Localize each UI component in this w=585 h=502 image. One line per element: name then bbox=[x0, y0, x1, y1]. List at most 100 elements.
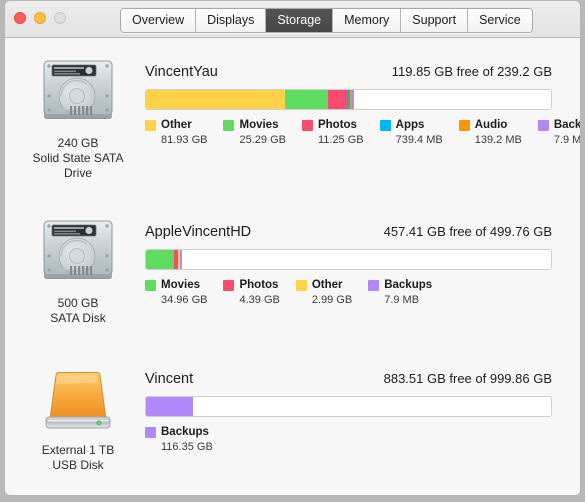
capacity-segment-free bbox=[182, 250, 551, 269]
legend-swatch-backups-icon bbox=[145, 426, 156, 438]
legend-label: Backups bbox=[553, 119, 581, 131]
tab-storage[interactable]: Storage bbox=[266, 9, 334, 32]
drive-details: VincentYau 119.85 GB free of 239.2 GB Othe… bbox=[145, 64, 580, 146]
legend-item: Photos 11.25 GB bbox=[301, 119, 364, 146]
legend-row: Backups bbox=[537, 119, 581, 131]
legend-row: Audio bbox=[458, 119, 522, 131]
legend-swatch-movies-icon bbox=[223, 119, 235, 131]
drive-icon-column: 240 GB Solid State SATA Drive bbox=[19, 56, 137, 181]
drive-type-label: 240 GB Solid State SATA Drive bbox=[32, 136, 124, 180]
legend-row: Backups bbox=[368, 279, 432, 291]
legend-row: Apps bbox=[379, 119, 443, 131]
legend-value: 739.4 MB bbox=[395, 134, 443, 146]
legend-value: 139.2 MB bbox=[474, 134, 522, 146]
window-titlebar: Overview Displays Storage Memory Support Serv… bbox=[5, 1, 580, 38]
tab-overview[interactable]: Overview bbox=[121, 9, 197, 32]
tab-service[interactable]: Service bbox=[468, 9, 532, 32]
legend-label: Photos bbox=[317, 119, 357, 131]
capacity-segment-other bbox=[146, 90, 286, 109]
volume-name: VincentYau bbox=[145, 64, 218, 80]
legend-item: Apps 739.4 MB bbox=[379, 119, 443, 146]
legend-label: Movies bbox=[161, 279, 200, 291]
legend-value: 116.35 GB bbox=[161, 441, 213, 453]
legend-value: 7.9 MB bbox=[553, 134, 581, 146]
drive-header: AppleVincentHD 457.41 GB free of 499.76 G… bbox=[145, 224, 552, 240]
legend-item: Backups 116.35 GB bbox=[145, 426, 213, 453]
legend-label: Movies bbox=[239, 119, 279, 131]
legend-row: Movies bbox=[223, 119, 285, 131]
legend-row: Other bbox=[145, 119, 207, 131]
tab-displays[interactable]: Displays bbox=[196, 9, 267, 32]
tab-memory[interactable]: Memory bbox=[333, 9, 402, 32]
internal-hdd-icon bbox=[43, 220, 113, 279]
legend-item: Backups 7.9 MB bbox=[537, 119, 581, 146]
legend-label: Photos bbox=[239, 279, 279, 291]
legend-swatch-photos-icon bbox=[301, 119, 313, 131]
about-this-mac-window: Overview Displays Storage Memory Support Serv… bbox=[4, 0, 581, 496]
volume-name: Vincent bbox=[145, 371, 194, 387]
legend-value: 81.93 GB bbox=[161, 134, 208, 146]
internal-hdd-icon bbox=[36, 216, 120, 290]
external-usb-disk-icon bbox=[45, 371, 111, 429]
capacity-segment-free bbox=[193, 397, 551, 416]
legend-item: Photos 4.39 GB bbox=[223, 279, 280, 306]
storage-legend: Backups 116.35 GB bbox=[145, 426, 552, 453]
tab-support[interactable]: Support bbox=[401, 9, 469, 32]
legend-row: Movies bbox=[145, 279, 207, 291]
capacity-segment-photos bbox=[328, 90, 348, 109]
legend-row: Other bbox=[295, 279, 352, 291]
minimize-button[interactable] bbox=[34, 12, 46, 24]
legend-label: Other bbox=[311, 279, 343, 291]
tab-bar: Overview Displays Storage Memory Support Serv… bbox=[120, 8, 533, 33]
legend-item: Movies 34.96 GB bbox=[145, 279, 207, 306]
storage-legend: Other 81.93 GB Movies 25.29 GB Photos 11.25 G… bbox=[145, 119, 580, 146]
drive-icon-column: External 1 TB USB Disk bbox=[19, 363, 137, 473]
legend-item: Other 81.93 GB bbox=[145, 119, 207, 146]
legend-item: Movies 25.29 GB bbox=[223, 119, 286, 146]
legend-swatch-photos-icon bbox=[223, 279, 235, 291]
legend-label: Audio bbox=[474, 119, 508, 131]
drive-header: VincentYau 119.85 GB free of 239.2 GB bbox=[145, 64, 552, 80]
legend-row: Photos bbox=[301, 119, 364, 131]
capacity-segment-backups bbox=[146, 397, 194, 416]
legend-item: Backups 7.9 MB bbox=[368, 279, 432, 306]
capacity-segment-movies bbox=[146, 250, 175, 269]
free-space-text: 119.85 GB free of 239.2 GB bbox=[391, 64, 552, 79]
capacity-segment-free bbox=[353, 90, 551, 109]
legend-value: 11.25 GB bbox=[317, 134, 364, 146]
drive-icon-column: 500 GB SATA Disk bbox=[19, 216, 137, 326]
drive-type-label: External 1 TB USB Disk bbox=[41, 443, 115, 472]
legend-label: Apps bbox=[395, 119, 425, 131]
legend-label: Backups bbox=[161, 426, 209, 438]
legend-value: 34.96 GB bbox=[161, 294, 208, 306]
legend-row: Backups bbox=[145, 426, 213, 438]
legend-item: Audio 139.2 MB bbox=[458, 119, 522, 146]
legend-value: 25.29 GB bbox=[239, 134, 286, 146]
legend-swatch-other-icon bbox=[295, 279, 307, 291]
close-button[interactable] bbox=[14, 12, 26, 24]
legend-swatch-movies-icon bbox=[145, 279, 156, 291]
capacity-bar bbox=[145, 89, 552, 110]
legend-swatch-other-icon bbox=[145, 119, 156, 131]
window-controls bbox=[14, 12, 66, 24]
legend-swatch-apps-icon bbox=[379, 119, 391, 131]
legend-value: 7.9 MB bbox=[384, 294, 420, 306]
legend-value: 2.99 GB bbox=[311, 294, 353, 306]
legend-swatch-backups-icon bbox=[368, 279, 380, 291]
drive-details: AppleVincentHD 457.41 GB free of 499.76 G… bbox=[145, 224, 552, 306]
drive-details: Vincent 883.51 GB free of 999.86 GB Backup… bbox=[145, 371, 552, 453]
capacity-bar bbox=[145, 396, 552, 417]
capacity-bar bbox=[145, 249, 552, 270]
legend-item: Other 2.99 GB bbox=[295, 279, 353, 306]
zoom-button[interactable] bbox=[54, 12, 66, 24]
internal-hdd-icon bbox=[36, 56, 120, 130]
volume-name: AppleVincentHD bbox=[145, 224, 252, 240]
internal-hdd-icon bbox=[43, 60, 113, 119]
legend-swatch-audio-icon bbox=[458, 119, 470, 131]
storage-content: 240 GB Solid State SATA Drive VincentYau 1… bbox=[5, 38, 580, 495]
drive-header: Vincent 883.51 GB free of 999.86 GB bbox=[145, 371, 552, 387]
capacity-segment-movies bbox=[285, 90, 329, 109]
free-space-text: 883.51 GB free of 999.86 GB bbox=[383, 371, 552, 386]
external-usb-disk-icon bbox=[36, 363, 120, 437]
legend-value: 4.39 GB bbox=[239, 294, 280, 306]
